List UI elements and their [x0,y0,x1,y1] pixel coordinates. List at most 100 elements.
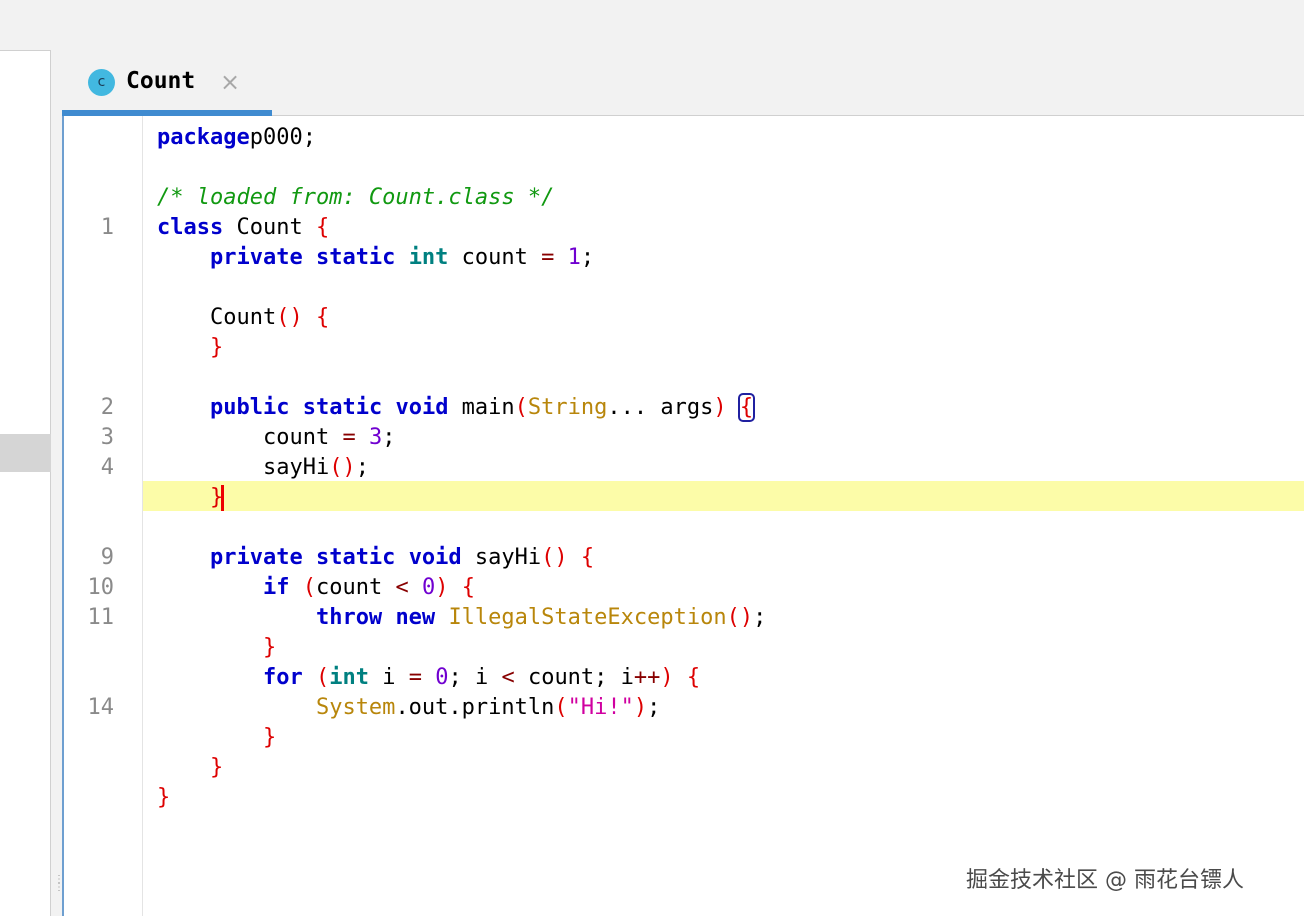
code-token: "Hi!" [567,695,634,720]
code-token: System [315,695,396,720]
code-token: { [461,575,475,600]
code-text[interactable]: } [157,753,223,783]
code-token: () [276,305,303,330]
code-text[interactable]: packagep000; [157,123,316,153]
line-number: 3 [100,425,114,450]
code-token: public [209,395,290,420]
code-line[interactable] [0,513,1304,543]
code-line[interactable]: 10 if (count < 0) { [0,573,1304,603]
code-line[interactable]: Count() { [0,303,1304,333]
code-line[interactable]: 4 sayHi(); [0,453,1304,483]
code-token: 0 [421,575,436,600]
code-line[interactable]: 11 throw new IllegalStateException(); [0,603,1304,633]
code-token: { [737,393,756,422]
code-line[interactable]: } [0,633,1304,663]
code-token: class [157,215,224,240]
code-token: () [329,455,356,480]
code-line[interactable]: } [0,723,1304,753]
watermark: 掘金技术社区 @ 雨花台镖人 [966,868,1244,893]
code-line[interactable]: 9 private static void sayHi() { [0,543,1304,573]
code-line[interactable]: 14 System.out.println("Hi!"); [0,693,1304,723]
code-text[interactable]: if (count < 0) { [157,573,475,603]
line-number: 4 [100,455,114,480]
code-token: void [395,395,449,420]
code-token: for [262,665,303,690]
code-token: ; [382,425,396,450]
close-icon[interactable]: × [220,67,240,97]
code-text[interactable]: /* loaded from: Count.class */ [157,183,554,213]
code-token: { [686,665,701,690]
code-text[interactable]: for (int i = 0; i < count; i++) { [157,663,700,693]
code-text[interactable]: } [157,333,223,363]
code-token: Count [223,215,316,240]
code-token: } [209,755,224,780]
code-token: private [209,545,303,570]
code-text[interactable]: count = 3; [157,423,395,453]
code-token: static [315,245,396,270]
code-text[interactable]: sayHi(); [157,453,369,483]
line-number: 11 [87,605,115,630]
line-number: 2 [100,395,114,420]
code-token: () [541,545,568,570]
code-line[interactable]: packagep000; [0,123,1304,153]
code-token: ) [713,395,727,420]
code-text[interactable]: System.out.println("Hi!"); [157,693,660,723]
code-token: throw [315,605,383,630]
code-line[interactable]: 3 count = 3; [0,423,1304,453]
code-line[interactable]: private static int count = 1; [0,243,1304,273]
line-number: 1 [100,215,114,240]
code-text[interactable]: } [157,723,276,753]
code-line[interactable] [0,273,1304,303]
code-token: ( [554,695,568,720]
code-text[interactable]: } [157,483,225,513]
code-text[interactable]: } [157,633,276,663]
code-line[interactable]: /* loaded from: Count.class */ [0,183,1304,213]
code-token: sayHi [157,455,330,480]
code-line[interactable] [0,153,1304,183]
code-text[interactable]: } [157,783,170,813]
code-text[interactable]: throw new IllegalStateException(); [157,603,766,633]
code-token: 0 [435,665,449,690]
code-line[interactable]: 2 public static void main(String... args… [0,393,1304,423]
code-text[interactable]: public static void main(String... args) … [157,393,756,423]
code-token: package [157,125,250,150]
code-token: int [329,665,369,690]
code-token: } [262,635,277,660]
code-token: { [580,545,595,570]
code-token: ; [355,455,369,480]
code-text[interactable]: class Count { [157,213,329,243]
code-token: ++ [633,665,661,690]
code-text[interactable]: private static int count = 1; [157,243,594,273]
code-line[interactable]: } [0,333,1304,363]
code-text[interactable]: Count() { [157,303,329,333]
code-token: { [315,305,330,330]
code-token: int [408,245,449,270]
splitter-grip-icon[interactable]: ⋮ ⋮ [54,875,64,910]
code-line[interactable]: } [0,783,1304,813]
code-line[interactable] [0,363,1304,393]
code-line[interactable]: 1 class Count { [0,213,1304,243]
code-line[interactable]: } [0,483,1304,513]
tab-title[interactable]: Count [126,68,195,94]
code-line[interactable]: for (int i = 0; i < count; i++) { [0,663,1304,693]
code-line[interactable]: } [0,753,1304,783]
code-token: p000; [249,125,316,150]
code-token: static [315,545,396,570]
code-text[interactable]: private static void sayHi() { [157,543,594,573]
code-token: ) [660,665,674,690]
